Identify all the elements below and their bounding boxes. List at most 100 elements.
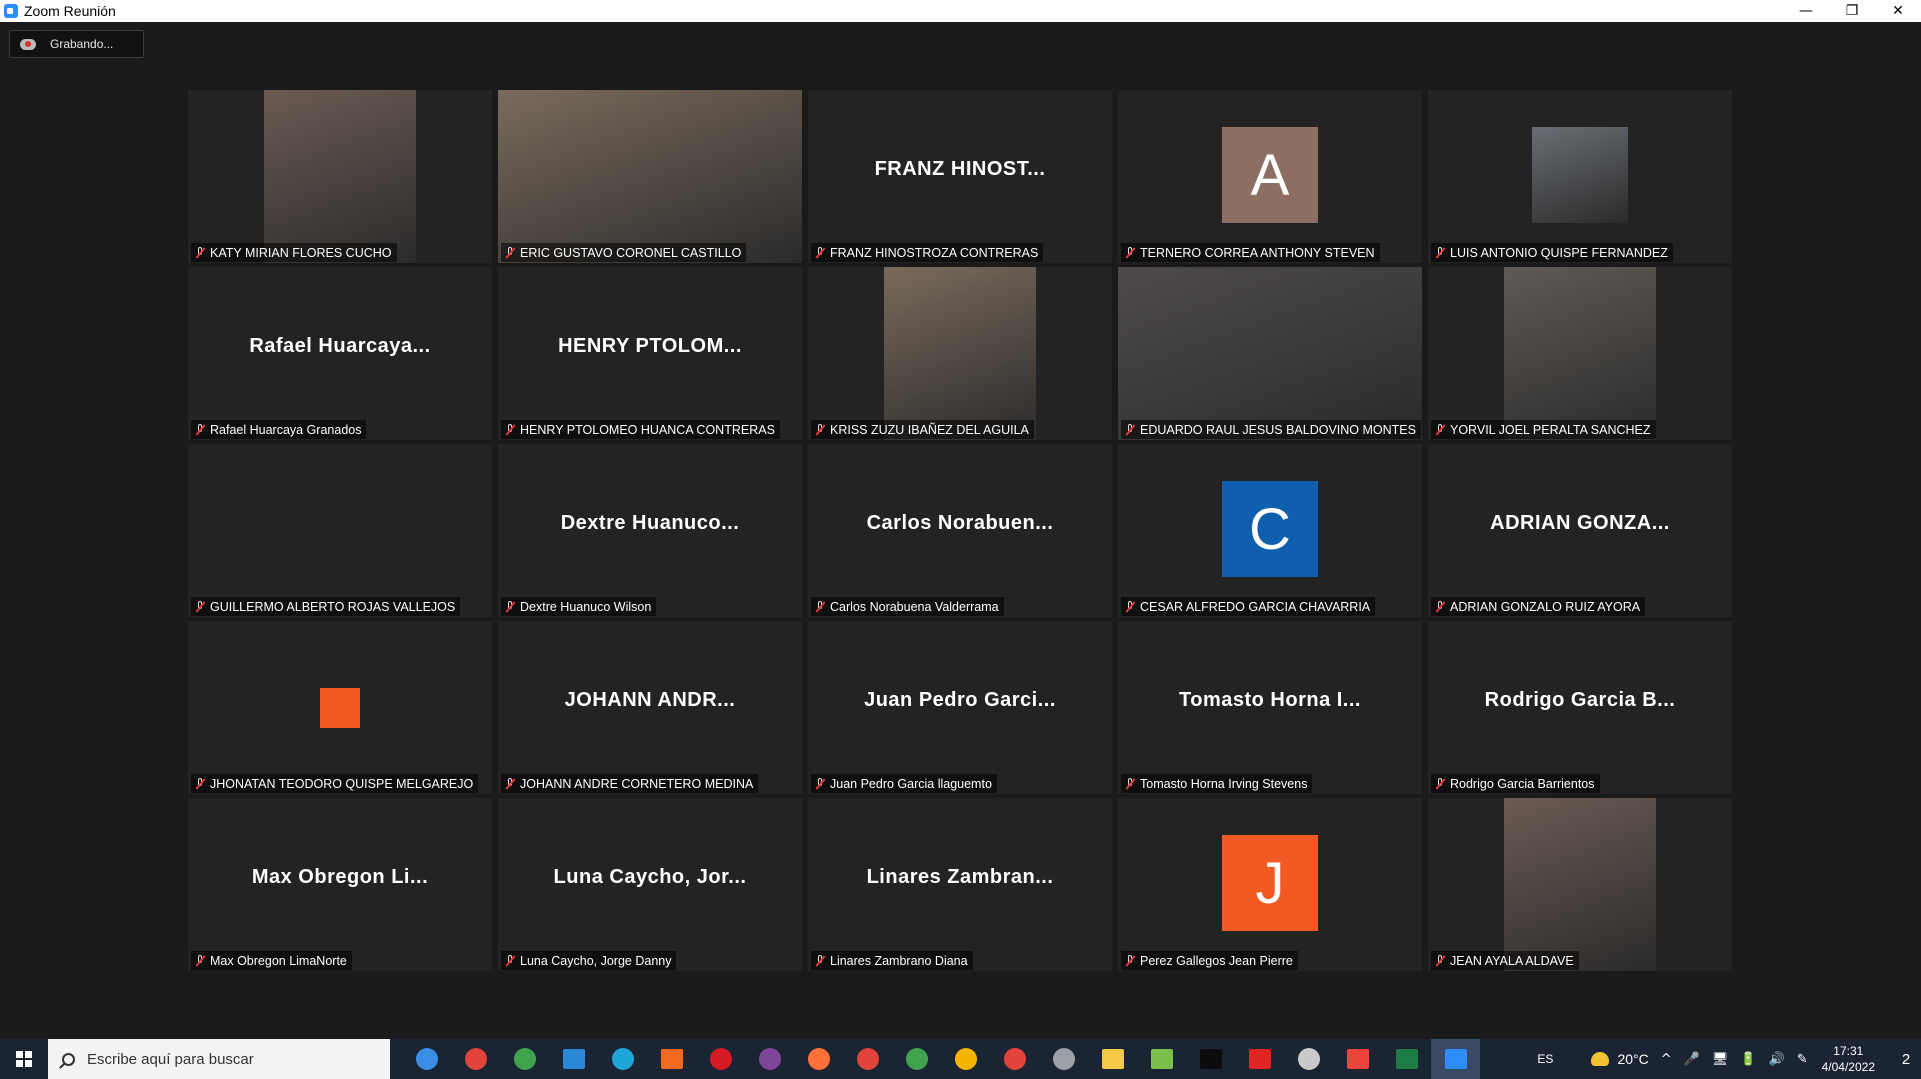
participant-tile[interactable]: KRISS ZUZU IBAÑEZ DEL AGUILA	[808, 267, 1112, 440]
restore-button[interactable]: ❐	[1829, 0, 1875, 22]
mail-icon	[562, 1049, 585, 1069]
show-hidden-icons-icon[interactable]: ^	[1661, 1052, 1672, 1067]
taskbar-app-button[interactable]	[1431, 1039, 1480, 1079]
taskbar-app-button[interactable]	[647, 1039, 696, 1079]
participant-tile[interactable]: GUILLERMO ALBERTO ROJAS VALLEJOS	[188, 444, 492, 617]
taskbar-app-button[interactable]	[402, 1039, 451, 1079]
participant-tile[interactable]: Luna Caycho, Jor... Luna Caycho, Jorge Da…	[498, 798, 802, 971]
participant-name: ADRIAN GONZALO RUIZ AYORA	[1450, 599, 1641, 614]
participant-tile[interactable]: JHONATAN TEODORO QUISPE MELGAREJO	[188, 621, 492, 794]
temperature: 20°C	[1617, 1051, 1649, 1067]
participant-tile[interactable]: FRANZ HINOST... FRANZ HINOSTROZA CONTRERA…	[808, 90, 1112, 263]
taskbar-app-button[interactable]	[843, 1039, 892, 1079]
window-title: Zoom Reunión	[24, 3, 116, 19]
taskbar-app-button[interactable]	[1333, 1039, 1382, 1079]
taskbar-app-button[interactable]	[1382, 1039, 1431, 1079]
participant-display-name: Carlos Norabuen...	[866, 512, 1054, 534]
taskbar-app-button[interactable]	[451, 1039, 500, 1079]
participant-tile[interactable]: C CESAR ALFREDO GARCIA CHAVARRIA	[1118, 444, 1422, 617]
participant-name: Dextre Huanuco Wilson	[520, 599, 652, 614]
participant-display-name: Rafael Huarcaya...	[249, 335, 431, 357]
chrome-icon	[1003, 1048, 1026, 1070]
participant-name-label: HENRY PTOLOMEO HUANCA CONTRERAS	[501, 420, 780, 439]
taskbar-app-button[interactable]	[1284, 1039, 1333, 1079]
taskbar-app-button[interactable]	[1088, 1039, 1137, 1079]
participant-name: Tomasto Horna Irving Stevens	[1140, 776, 1308, 791]
participant-video	[1532, 127, 1628, 223]
edge-icon	[611, 1048, 634, 1070]
participant-name: HENRY PTOLOMEO HUANCA CONTRERAS	[520, 422, 775, 437]
participant-name-label: LUIS ANTONIO QUISPE FERNANDEZ	[1431, 243, 1673, 262]
participant-tile[interactable]: JOHANN ANDR... JOHANN ANDRE CORNETERO MED…	[498, 621, 802, 794]
taskbar-app-button[interactable]	[892, 1039, 941, 1079]
participant-avatar	[320, 688, 360, 728]
muted-mic-icon	[503, 600, 517, 614]
participant-tile[interactable]: ADRIAN GONZA... ADRIAN GONZALO RUIZ AYORA	[1428, 444, 1732, 617]
pen-icon[interactable]: ✎	[1797, 1052, 1808, 1067]
muted-mic-icon	[193, 954, 207, 968]
notification-center-button[interactable]: 2	[1891, 1039, 1921, 1079]
opera-icon	[709, 1048, 732, 1070]
participant-name-label: Rodrigo Garcia Barrientos	[1431, 774, 1600, 793]
participant-tile[interactable]: Linares Zambran... Linares Zambrano Diana	[808, 798, 1112, 971]
participant-name-label: YORVIL JOEL PERALTA SANCHEZ	[1431, 420, 1656, 439]
participant-name: YORVIL JOEL PERALTA SANCHEZ	[1450, 422, 1651, 437]
taskbar-app-button[interactable]	[1186, 1039, 1235, 1079]
participant-video	[884, 267, 1036, 440]
weather-widget[interactable]: 20°C	[1591, 1051, 1649, 1067]
participant-name: JEAN AYALA ALDAVE	[1450, 953, 1574, 968]
participant-tile[interactable]: Rodrigo Garcia B... Rodrigo Garcia Barrie…	[1428, 621, 1732, 794]
participant-name: LUIS ANTONIO QUISPE FERNANDEZ	[1450, 245, 1668, 260]
muted-mic-icon	[1123, 954, 1137, 968]
participant-tile[interactable]: HENRY PTOLOM... HENRY PTOLOMEO HUANCA CON…	[498, 267, 802, 440]
clock[interactable]: 17:31 4/04/2022	[1822, 1043, 1875, 1075]
minimize-button[interactable]: —	[1783, 0, 1829, 22]
taskbar-app-button[interactable]	[696, 1039, 745, 1079]
participant-tile[interactable]: JEAN AYALA ALDAVE	[1428, 798, 1732, 971]
anydesk-icon	[1346, 1049, 1369, 1069]
participant-tile[interactable]: A TERNERO CORREA ANTHONY STEVEN	[1118, 90, 1422, 263]
participant-tile[interactable]: KATY MIRIAN FLORES CUCHO	[188, 90, 492, 263]
taskbar-app-button[interactable]	[549, 1039, 598, 1079]
taskbar-app-button[interactable]	[745, 1039, 794, 1079]
participant-tile[interactable]: LUIS ANTONIO QUISPE FERNANDEZ	[1428, 90, 1732, 263]
participant-tile[interactable]: YORVIL JOEL PERALTA SANCHEZ	[1428, 267, 1732, 440]
participant-display-name: Dextre Huanuco...	[560, 512, 740, 534]
participant-tile[interactable]: Rafael Huarcaya... Rafael Huarcaya Granad…	[188, 267, 492, 440]
taskbar-app-button[interactable]	[1137, 1039, 1186, 1079]
participant-tile[interactable]: Tomasto Horna I... Tomasto Horna Irving S…	[1118, 621, 1422, 794]
close-button[interactable]: ✕	[1875, 0, 1921, 22]
participant-tile[interactable]: Juan Pedro Garci... Juan Pedro Garcia lla…	[808, 621, 1112, 794]
language-indicator[interactable]: ES	[1537, 1052, 1553, 1066]
participant-display-name: Max Obregon Li...	[251, 866, 429, 888]
participant-name: KRISS ZUZU IBAÑEZ DEL AGUILA	[830, 422, 1029, 437]
participant-tile[interactable]: Carlos Norabuen... Carlos Norabuena Valde…	[808, 444, 1112, 617]
taskbar-app-button[interactable]	[1235, 1039, 1284, 1079]
microphone-icon[interactable]: 🎤	[1684, 1052, 1700, 1067]
taskbar-app-button[interactable]	[794, 1039, 843, 1079]
participant-tile[interactable]: Dextre Huanuco... Dextre Huanuco Wilson	[498, 444, 802, 617]
taskbar-app-button[interactable]	[1039, 1039, 1088, 1079]
recording-indicator[interactable]: Grabando...	[9, 30, 144, 58]
display-icon[interactable]: 🖥	[1712, 1052, 1729, 1067]
participant-tile[interactable]: EDUARDO RAUL JESUS BALDOVINO MONTES	[1118, 267, 1422, 440]
battery-icon[interactable]: 🔋	[1740, 1052, 1756, 1067]
muted-mic-icon	[1123, 246, 1137, 260]
taskbar-app-button[interactable]	[941, 1039, 990, 1079]
participant-avatar: A	[1222, 127, 1318, 223]
taskbar-search-box[interactable]: Escribe aquí para buscar	[48, 1039, 390, 1079]
participant-name-label: TERNERO CORREA ANTHONY STEVEN	[1121, 243, 1380, 262]
chrome-icon	[905, 1048, 928, 1070]
participant-tile[interactable]: ERIC GUSTAVO CORONEL CASTILLO	[498, 90, 802, 263]
taskbar-app-button[interactable]	[990, 1039, 1039, 1079]
taskbar-app-button[interactable]	[500, 1039, 549, 1079]
participant-tile[interactable]: J Perez Gallegos Jean Pierre	[1118, 798, 1422, 971]
start-button[interactable]	[0, 1039, 48, 1079]
system-tray: ES 20°C ^ 🎤 🖥 🔋 🔊 ✎ 17:31 4/04/2022 2	[1537, 1039, 1921, 1079]
participant-name-label: Tomasto Horna Irving Stevens	[1121, 774, 1313, 793]
participant-tile[interactable]: Max Obregon Li... Max Obregon LimaNorte	[188, 798, 492, 971]
taskbar-app-button[interactable]	[598, 1039, 647, 1079]
muted-mic-icon	[1433, 246, 1447, 260]
chrome-icon	[464, 1048, 487, 1070]
volume-icon[interactable]: 🔊	[1769, 1052, 1785, 1067]
